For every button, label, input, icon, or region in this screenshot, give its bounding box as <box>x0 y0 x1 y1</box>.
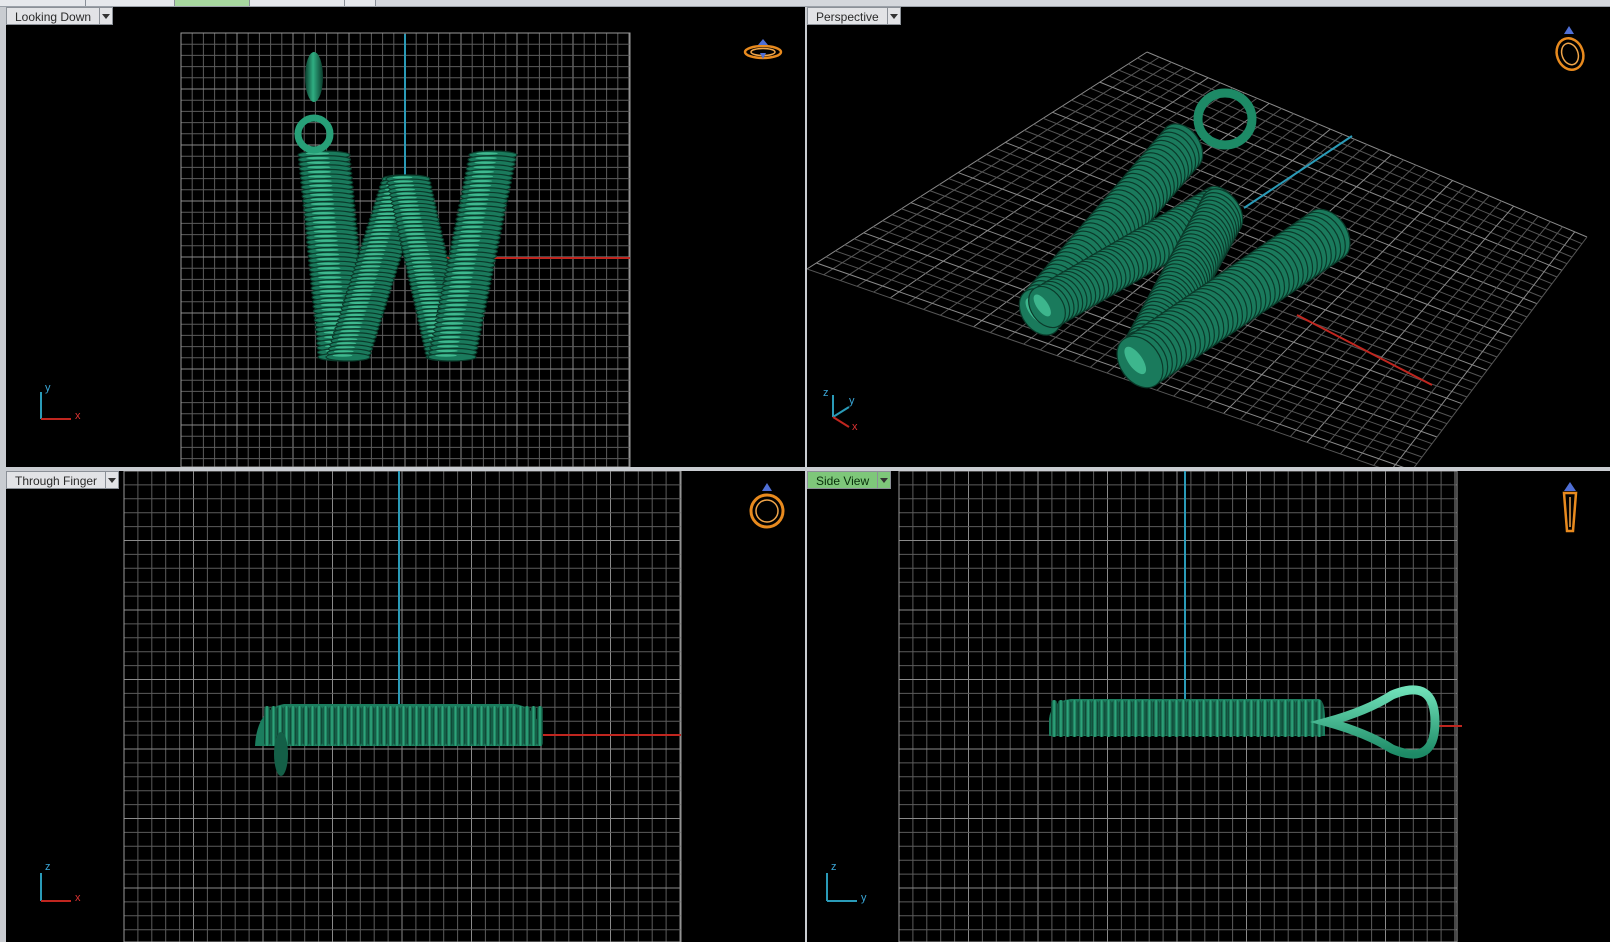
ring-side-view-icon[interactable] <box>1555 479 1585 537</box>
viewport-perspective[interactable]: Perspective z y x <box>807 7 1610 467</box>
tab-3-active[interactable] <box>175 0 250 6</box>
viewport-title[interactable]: Looking Down <box>6 7 101 25</box>
viewport-label-top[interactable]: Looking Down <box>6 7 114 25</box>
tab-4[interactable] <box>250 0 345 6</box>
top-view-scene <box>180 32 631 467</box>
axis-label-y: y <box>849 395 855 407</box>
axis-label-y: y <box>861 892 867 904</box>
bail-edge <box>274 732 288 776</box>
axis-label-z: z <box>45 861 51 873</box>
ring-top-view-icon[interactable] <box>743 35 783 65</box>
axis-label-z: z <box>823 387 829 399</box>
axis-triad: z y <box>817 861 877 911</box>
axis-triad: z y x <box>819 387 879 452</box>
tab-5[interactable] <box>345 0 376 6</box>
axis-triad: y x <box>36 382 86 427</box>
viewport-title[interactable]: Perspective <box>807 7 888 25</box>
letter-w-side-profile <box>1049 685 1440 759</box>
axis-label-x: x <box>852 421 858 433</box>
viewport-side-view[interactable]: Side View z y <box>807 471 1610 942</box>
x-axis-line <box>1296 314 1433 386</box>
ring-front-view-icon[interactable] <box>745 479 789 535</box>
viewport-title[interactable]: Through Finger <box>6 471 107 489</box>
axis-label-x: x <box>75 892 81 904</box>
viewport-label-front[interactable]: Through Finger <box>6 471 120 489</box>
viewport-through-finger[interactable]: Through Finger z x <box>6 471 805 942</box>
viewport-menu-dropdown-icon[interactable] <box>100 7 114 25</box>
bail-loop <box>305 52 323 102</box>
ring-perspective-icon[interactable] <box>1549 22 1589 74</box>
axis-label-x: x <box>75 410 81 422</box>
viewport-title[interactable]: Side View <box>807 471 879 489</box>
side-view-scene <box>898 471 1462 942</box>
viewport-looking-down[interactable]: Looking Down y x <box>6 7 805 467</box>
axis-label-z: z <box>831 861 837 873</box>
viewport-menu-dropdown-icon[interactable] <box>887 7 901 25</box>
viewport-menu-dropdown-icon[interactable] <box>878 471 892 489</box>
axis-triad: z x <box>36 861 86 911</box>
tab-2[interactable] <box>86 0 175 6</box>
front-view-scene <box>123 471 682 942</box>
document-tab-strip <box>0 0 1610 7</box>
viewport-menu-dropdown-icon[interactable] <box>106 471 120 489</box>
tab-1[interactable] <box>0 0 86 6</box>
bail-loop-profile <box>1310 685 1440 759</box>
axis-label-y: y <box>45 382 51 394</box>
perspective-scene <box>807 51 1588 467</box>
viewport-label-side[interactable]: Side View <box>807 471 892 489</box>
viewport-label-perspective[interactable]: Perspective <box>807 7 901 25</box>
letter-w-model <box>294 52 518 362</box>
